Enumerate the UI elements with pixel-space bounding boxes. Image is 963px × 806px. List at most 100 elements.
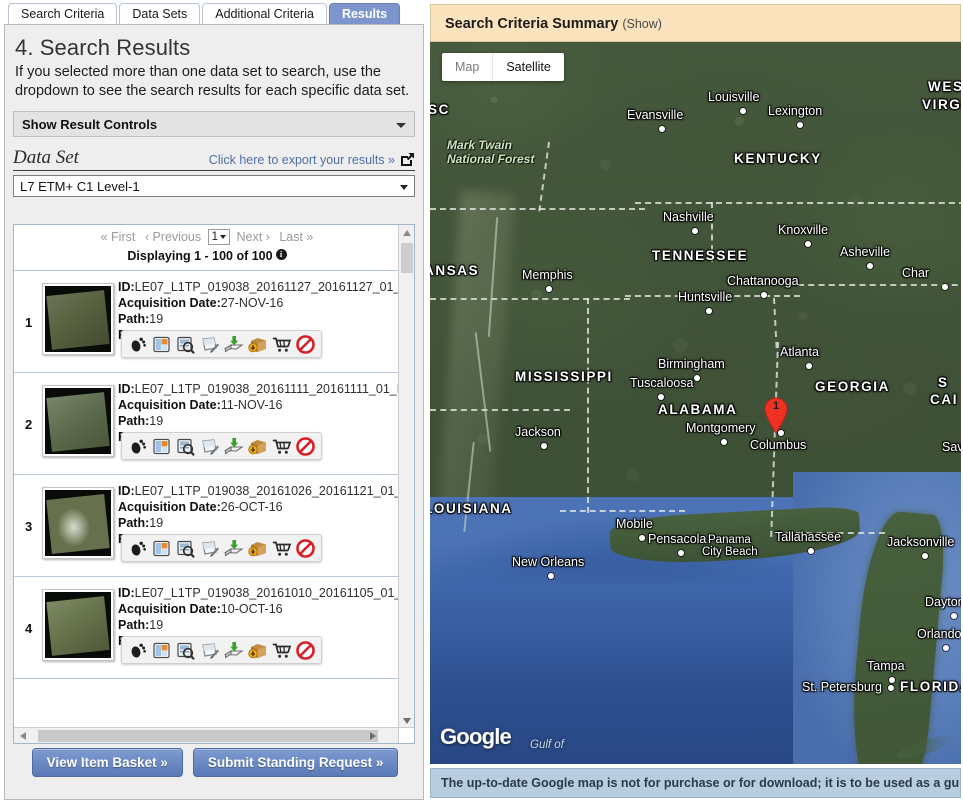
- scene-id: LE07_L1TP_019038_20161010_20161105_01_T: [134, 586, 400, 600]
- state-boundary: [625, 295, 800, 297]
- scroll-up-icon[interactable]: [403, 230, 411, 236]
- scene-thumbnail[interactable]: [42, 283, 114, 355]
- google-attribution-logo: Google: [440, 724, 512, 749]
- city-dot: [942, 284, 948, 290]
- show-browse-overlay-icon[interactable]: [151, 640, 172, 661]
- city-dot: [639, 535, 645, 541]
- scroll-down-icon[interactable]: [403, 718, 411, 724]
- show-result-controls-dropdown[interactable]: Show Result Controls: [13, 111, 415, 137]
- summary-show-toggle[interactable]: (Show): [622, 17, 662, 31]
- table-row[interactable]: 2 ID:LE07_L1TP_019038_20161111_20161111_…: [14, 373, 400, 475]
- horizontal-scroll-thumb[interactable]: [38, 730, 378, 742]
- compare-browse-icon[interactable]: [199, 538, 220, 559]
- bulk-download-icon[interactable]: [247, 538, 268, 559]
- map-marker[interactable]: 1: [763, 396, 789, 434]
- download-options-icon[interactable]: [223, 436, 244, 457]
- show-footprint-icon[interactable]: [127, 640, 148, 661]
- exclude-scene-icon[interactable]: [295, 538, 316, 559]
- download-options-icon[interactable]: [223, 640, 244, 661]
- compare-browse-icon[interactable]: [199, 436, 220, 457]
- results-vertical-scrollbar[interactable]: [398, 225, 414, 729]
- tab-results[interactable]: Results: [328, 3, 401, 25]
- scroll-left-icon[interactable]: [20, 732, 26, 740]
- state-boundary: [635, 202, 963, 204]
- bulk-download-icon[interactable]: [247, 640, 268, 661]
- data-set-select[interactable]: L7 ETM+ C1 Level-1: [13, 175, 415, 197]
- results-list: « First ‹ Previous 1 Next › Last » Displ…: [14, 225, 400, 729]
- exclude-scene-icon[interactable]: [295, 436, 316, 457]
- download-options-icon[interactable]: [223, 538, 244, 559]
- show-footprint-icon[interactable]: [127, 334, 148, 355]
- state-boundary: [775, 532, 885, 534]
- bulk-download-icon[interactable]: [247, 334, 268, 355]
- acquisition-date: 10-OCT-16: [220, 602, 283, 616]
- scene-thumbnail[interactable]: [42, 385, 114, 457]
- results-panel: Search Criteria Data Sets Additional Cri…: [0, 0, 428, 806]
- exclude-scene-icon[interactable]: [295, 334, 316, 355]
- info-icon[interactable]: i: [275, 249, 287, 260]
- scene-thumbnail[interactable]: [42, 487, 114, 559]
- scroll-right-icon[interactable]: [370, 732, 376, 740]
- table-row[interactable]: 1 ID:LE07_L1TP_019038_20161127_20161127_…: [14, 271, 400, 373]
- state-boundary: [430, 409, 570, 411]
- pagination-previous[interactable]: ‹ Previous: [145, 230, 201, 244]
- date-label: Acquisition Date:: [118, 296, 221, 310]
- map-type-map[interactable]: Map: [442, 53, 492, 81]
- row-index: 3: [25, 519, 33, 534]
- show-metadata-icon[interactable]: [175, 334, 196, 355]
- show-browse-overlay-icon[interactable]: [151, 538, 172, 559]
- compare-browse-icon[interactable]: [199, 334, 220, 355]
- show-metadata-icon[interactable]: [175, 436, 196, 457]
- export-results-group[interactable]: Click here to export your results »: [209, 152, 415, 169]
- add-to-cart-icon[interactable]: [271, 334, 292, 355]
- show-metadata-icon[interactable]: [175, 538, 196, 559]
- search-criteria-summary-bar[interactable]: Search Criteria Summary (Show): [430, 4, 961, 42]
- pagination-first[interactable]: « First: [101, 230, 136, 244]
- city-dot: [706, 308, 712, 314]
- add-to-cart-icon[interactable]: [271, 538, 292, 559]
- bulk-download-icon[interactable]: [247, 436, 268, 457]
- city-dot: [692, 228, 698, 234]
- submit-standing-request-button[interactable]: Submit Standing Request »: [192, 748, 399, 777]
- vertical-scroll-thumb[interactable]: [401, 243, 413, 273]
- path-value: 19: [149, 618, 164, 632]
- compare-browse-icon[interactable]: [199, 640, 220, 661]
- show-browse-overlay-icon[interactable]: [151, 436, 172, 457]
- acquisition-date: 27-NOV-16: [220, 296, 284, 310]
- state-boundary: [798, 284, 963, 286]
- data-set-header: Data Set Click here to export your resul…: [13, 145, 415, 171]
- add-to-cart-icon[interactable]: [271, 436, 292, 457]
- pagination-page-select[interactable]: 1: [207, 229, 230, 245]
- view-item-basket-button[interactable]: View Item Basket »: [31, 748, 183, 777]
- row-action-toolbar: [121, 636, 322, 664]
- download-options-icon[interactable]: [223, 334, 244, 355]
- exclude-scene-icon[interactable]: [295, 640, 316, 661]
- results-horizontal-scrollbar[interactable]: [14, 727, 400, 743]
- city-dot: [805, 241, 811, 247]
- pagination-next[interactable]: Next ›: [236, 230, 269, 244]
- show-footprint-icon[interactable]: [127, 436, 148, 457]
- pagination-last[interactable]: Last »: [279, 230, 313, 244]
- add-to-cart-icon[interactable]: [271, 640, 292, 661]
- google-map[interactable]: Map Satellite Mark Twain National Forest…: [430, 42, 963, 764]
- path-value: 19: [149, 312, 164, 326]
- tab-data-sets[interactable]: Data Sets: [119, 3, 201, 25]
- tab-search-criteria[interactable]: Search Criteria: [8, 3, 118, 25]
- table-row[interactable]: 4 ID:LE07_L1TP_019038_20161010_20161105_…: [14, 577, 400, 679]
- show-metadata-icon[interactable]: [175, 640, 196, 661]
- scene-id: LE07_L1TP_019038_20161111_20161111_01_RT: [134, 382, 400, 396]
- export-results-link[interactable]: Click here to export your results »: [209, 153, 395, 167]
- map-type-satellite[interactable]: Satellite: [492, 53, 563, 81]
- tab-additional-criteria[interactable]: Additional Criteria: [202, 3, 327, 25]
- show-browse-overlay-icon[interactable]: [151, 334, 172, 355]
- show-footprint-icon[interactable]: [127, 538, 148, 559]
- map-panel: Search Criteria Summary (Show) Map Satel…: [428, 0, 963, 806]
- data-set-selected-value: L7 ETM+ C1 Level-1: [20, 179, 140, 194]
- scene-thumbnail[interactable]: [42, 589, 114, 661]
- external-link-icon[interactable]: [400, 152, 415, 167]
- state-boundary: [711, 202, 713, 262]
- table-row[interactable]: 3 ID:LE07_L1TP_019038_20161026_20161121_…: [14, 475, 400, 577]
- city-dot: [888, 685, 894, 691]
- path-label: Path:: [118, 312, 150, 326]
- chevron-down-icon: [400, 185, 408, 190]
